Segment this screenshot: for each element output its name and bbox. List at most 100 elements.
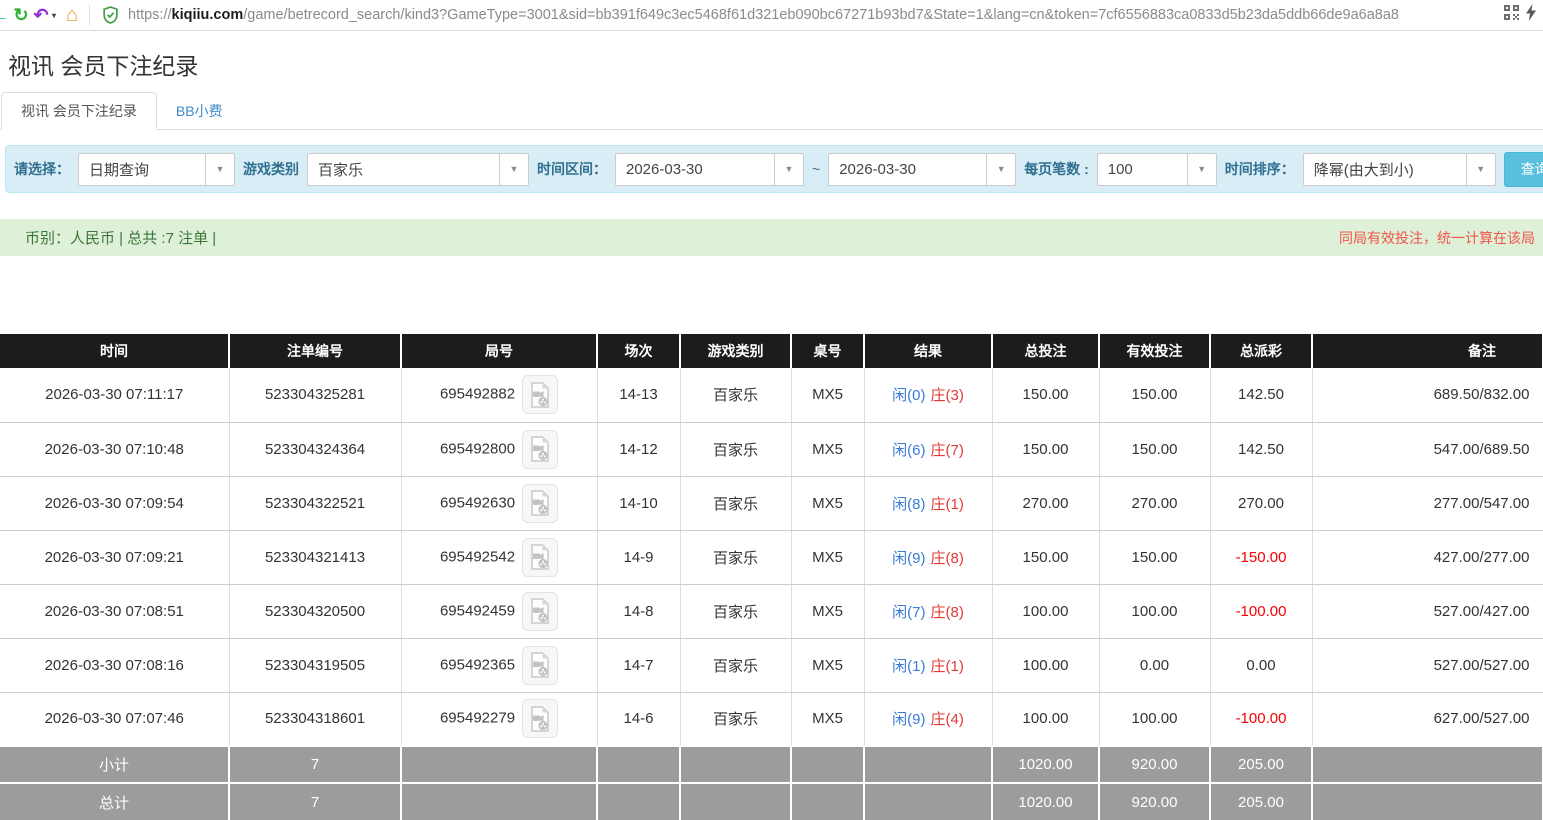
game-type-cell: 百家乐 — [680, 692, 791, 746]
round-no-cell: 695492630 — [401, 476, 597, 530]
subtotal-label: 小计 — [0, 746, 229, 783]
payout-cell: 0.00 — [1210, 638, 1312, 692]
game-type-cell: 百家乐 — [680, 476, 791, 530]
video-replay-button[interactable] — [522, 646, 558, 685]
payout-cell: 270.00 — [1210, 476, 1312, 530]
video-replay-button[interactable] — [522, 538, 558, 577]
page-size-select[interactable]: 100 ▼ — [1097, 153, 1217, 186]
result-cell: 闲(6) 庄(7) — [864, 422, 992, 476]
session-cell: 14-13 — [597, 368, 680, 422]
sort-order-label: 时间排序： — [1225, 159, 1295, 179]
time-cell: 2026-03-30 07:07:46 — [0, 692, 229, 746]
payout-cell: -100.00 — [1210, 584, 1312, 638]
result-cell: 闲(1)庄(1) — [864, 638, 992, 692]
total-bet-link[interactable]: 150.00 — [992, 422, 1099, 476]
undo-icon[interactable]: ↶ — [33, 5, 49, 26]
result-player: 闲(9) — [892, 550, 925, 567]
table-no-cell: MX5 — [791, 584, 864, 638]
table-row: 2026-03-30 07:09:54 523304322521 6954926… — [0, 476, 1543, 530]
bet-no-cell: 523304320500 — [229, 584, 401, 638]
remark-cell: 627.00/527.00 — [1312, 692, 1543, 746]
chevron-down-icon: ▼ — [986, 154, 1015, 185]
date-to-select[interactable]: 2026-03-30 ▼ — [828, 153, 1016, 186]
query-type-select[interactable]: 日期查询 ▼ — [78, 153, 235, 186]
total-payout: 205.00 — [1210, 783, 1312, 820]
total-row: 总计 7 1020.00 920.00 205.00 — [0, 783, 1543, 820]
result-cell: 闲(0)庄(3) — [864, 368, 992, 422]
total-bet-link[interactable]: 100.00 — [992, 692, 1099, 746]
bet-no-cell: 523304324364 — [229, 422, 401, 476]
total-bet-link[interactable]: 150.00 — [992, 530, 1099, 584]
game-type-value: 百家乐 — [308, 154, 499, 185]
subtotal-total-bet: 1020.00 — [992, 746, 1099, 783]
header-round-no: 局号 — [401, 334, 597, 368]
lightning-icon[interactable] — [1525, 4, 1537, 26]
video-replay-button[interactable] — [522, 375, 558, 414]
home-icon[interactable]: ⌂ — [59, 4, 85, 27]
header-game-type: 游戏类别 — [680, 334, 791, 368]
table-row: 2026-03-30 07:07:46 523304318601 6954922… — [0, 692, 1543, 746]
result-banker: 庄(4) — [931, 711, 964, 728]
round-no-value: 695492800 — [440, 440, 515, 457]
address-bar[interactable]: https://kiqiiu.com/game/betrecord_search… — [128, 7, 1500, 23]
summary-bar: 币别：人民币 | 总共 :7 注单 | 同局有效投注，统一计算在该局 — [0, 219, 1543, 256]
sort-order-select[interactable]: 降幂(由大到小) ▼ — [1303, 153, 1496, 186]
qr-code-icon[interactable] — [1504, 5, 1519, 25]
session-cell: 14-7 — [597, 638, 680, 692]
video-replay-button[interactable] — [522, 430, 558, 469]
bet-no-cell: 523304319505 — [229, 638, 401, 692]
table-row: 2026-03-30 07:09:21 523304321413 6954925… — [0, 530, 1543, 584]
subtotal-valid-bet: 920.00 — [1099, 746, 1210, 783]
game-type-cell: 百家乐 — [680, 584, 791, 638]
total-bet-link[interactable]: 100.00 — [992, 584, 1099, 638]
header-remark: 备注 — [1312, 334, 1543, 368]
page-title: 视讯 会员下注纪录 — [8, 52, 1543, 80]
video-replay-button[interactable] — [522, 484, 558, 523]
total-bet-link[interactable]: 270.00 — [992, 476, 1099, 530]
session-cell: 14-10 — [597, 476, 680, 530]
result-cell: 闲(7)庄(8) — [864, 584, 992, 638]
round-no-value: 695492630 — [440, 494, 515, 511]
tab-bet-records[interactable]: 视讯 会员下注纪录 — [1, 92, 157, 130]
table-no-cell: MX5 — [791, 476, 864, 530]
chevron-down-icon: ▼ — [1187, 154, 1216, 185]
back-icon[interactable]: ← — [0, 2, 9, 28]
date-range-separator: ~ — [812, 161, 820, 177]
time-cell: 2026-03-30 07:11:17 — [0, 368, 229, 422]
header-bet-no: 注单编号 — [229, 334, 401, 368]
payout-cell: 142.50 — [1210, 368, 1312, 422]
table-row: 2026-03-30 07:08:16 523304319505 6954923… — [0, 638, 1543, 692]
result-banker: 庄(7) — [931, 442, 964, 459]
date-from-select[interactable]: 2026-03-30 ▼ — [615, 153, 804, 186]
tab-bb-tips[interactable]: BB小费 — [157, 93, 242, 129]
total-bet-link[interactable]: 100.00 — [992, 638, 1099, 692]
url-domain: kiqiiu.com — [172, 7, 244, 23]
header-result: 结果 — [864, 334, 992, 368]
result-banker: 庄(8) — [931, 604, 964, 621]
time-cell: 2026-03-30 07:09:54 — [0, 476, 229, 530]
video-replay-button[interactable] — [522, 592, 558, 631]
round-no-value: 695492365 — [440, 656, 515, 673]
video-replay-button[interactable] — [522, 699, 558, 738]
security-shield-icon[interactable] — [98, 6, 122, 24]
valid-bet-notice: 同局有效投注，统一计算在该局 — [1339, 228, 1535, 248]
filter-bar: 请选择： 日期查询 ▼ 游戏类别 百家乐 ▼ 时间区间： 2026-03-30 … — [5, 145, 1543, 193]
sort-order-value: 降幂(由大到小) — [1304, 154, 1466, 185]
result-player: 闲(1) — [892, 658, 925, 675]
undo-dropdown-icon[interactable]: ▾ — [49, 11, 59, 20]
round-no-cell: 695492279 — [401, 692, 597, 746]
result-player: 闲(0) — [892, 387, 925, 404]
result-cell: 闲(9)庄(4) — [864, 692, 992, 746]
bet-no-cell: 523304322521 — [229, 476, 401, 530]
chevron-down-icon: ▼ — [499, 154, 528, 185]
bet-records-table: 时间 注单编号 局号 场次 游戏类别 桌号 结果 总投注 有效投注 总派彩 备注… — [0, 334, 1543, 820]
search-button[interactable]: 查询 — [1504, 152, 1543, 187]
total-bet-link[interactable]: 150.00 — [992, 368, 1099, 422]
game-type-select[interactable]: 百家乐 ▼ — [307, 153, 529, 186]
reload-icon[interactable]: ↻ — [9, 5, 33, 26]
bet-no-cell: 523304318601 — [229, 692, 401, 746]
result-player: 闲(6) — [892, 442, 925, 459]
game-type-label: 游戏类别 — [243, 159, 299, 179]
table-no-cell: MX5 — [791, 368, 864, 422]
time-cell: 2026-03-30 07:08:16 — [0, 638, 229, 692]
